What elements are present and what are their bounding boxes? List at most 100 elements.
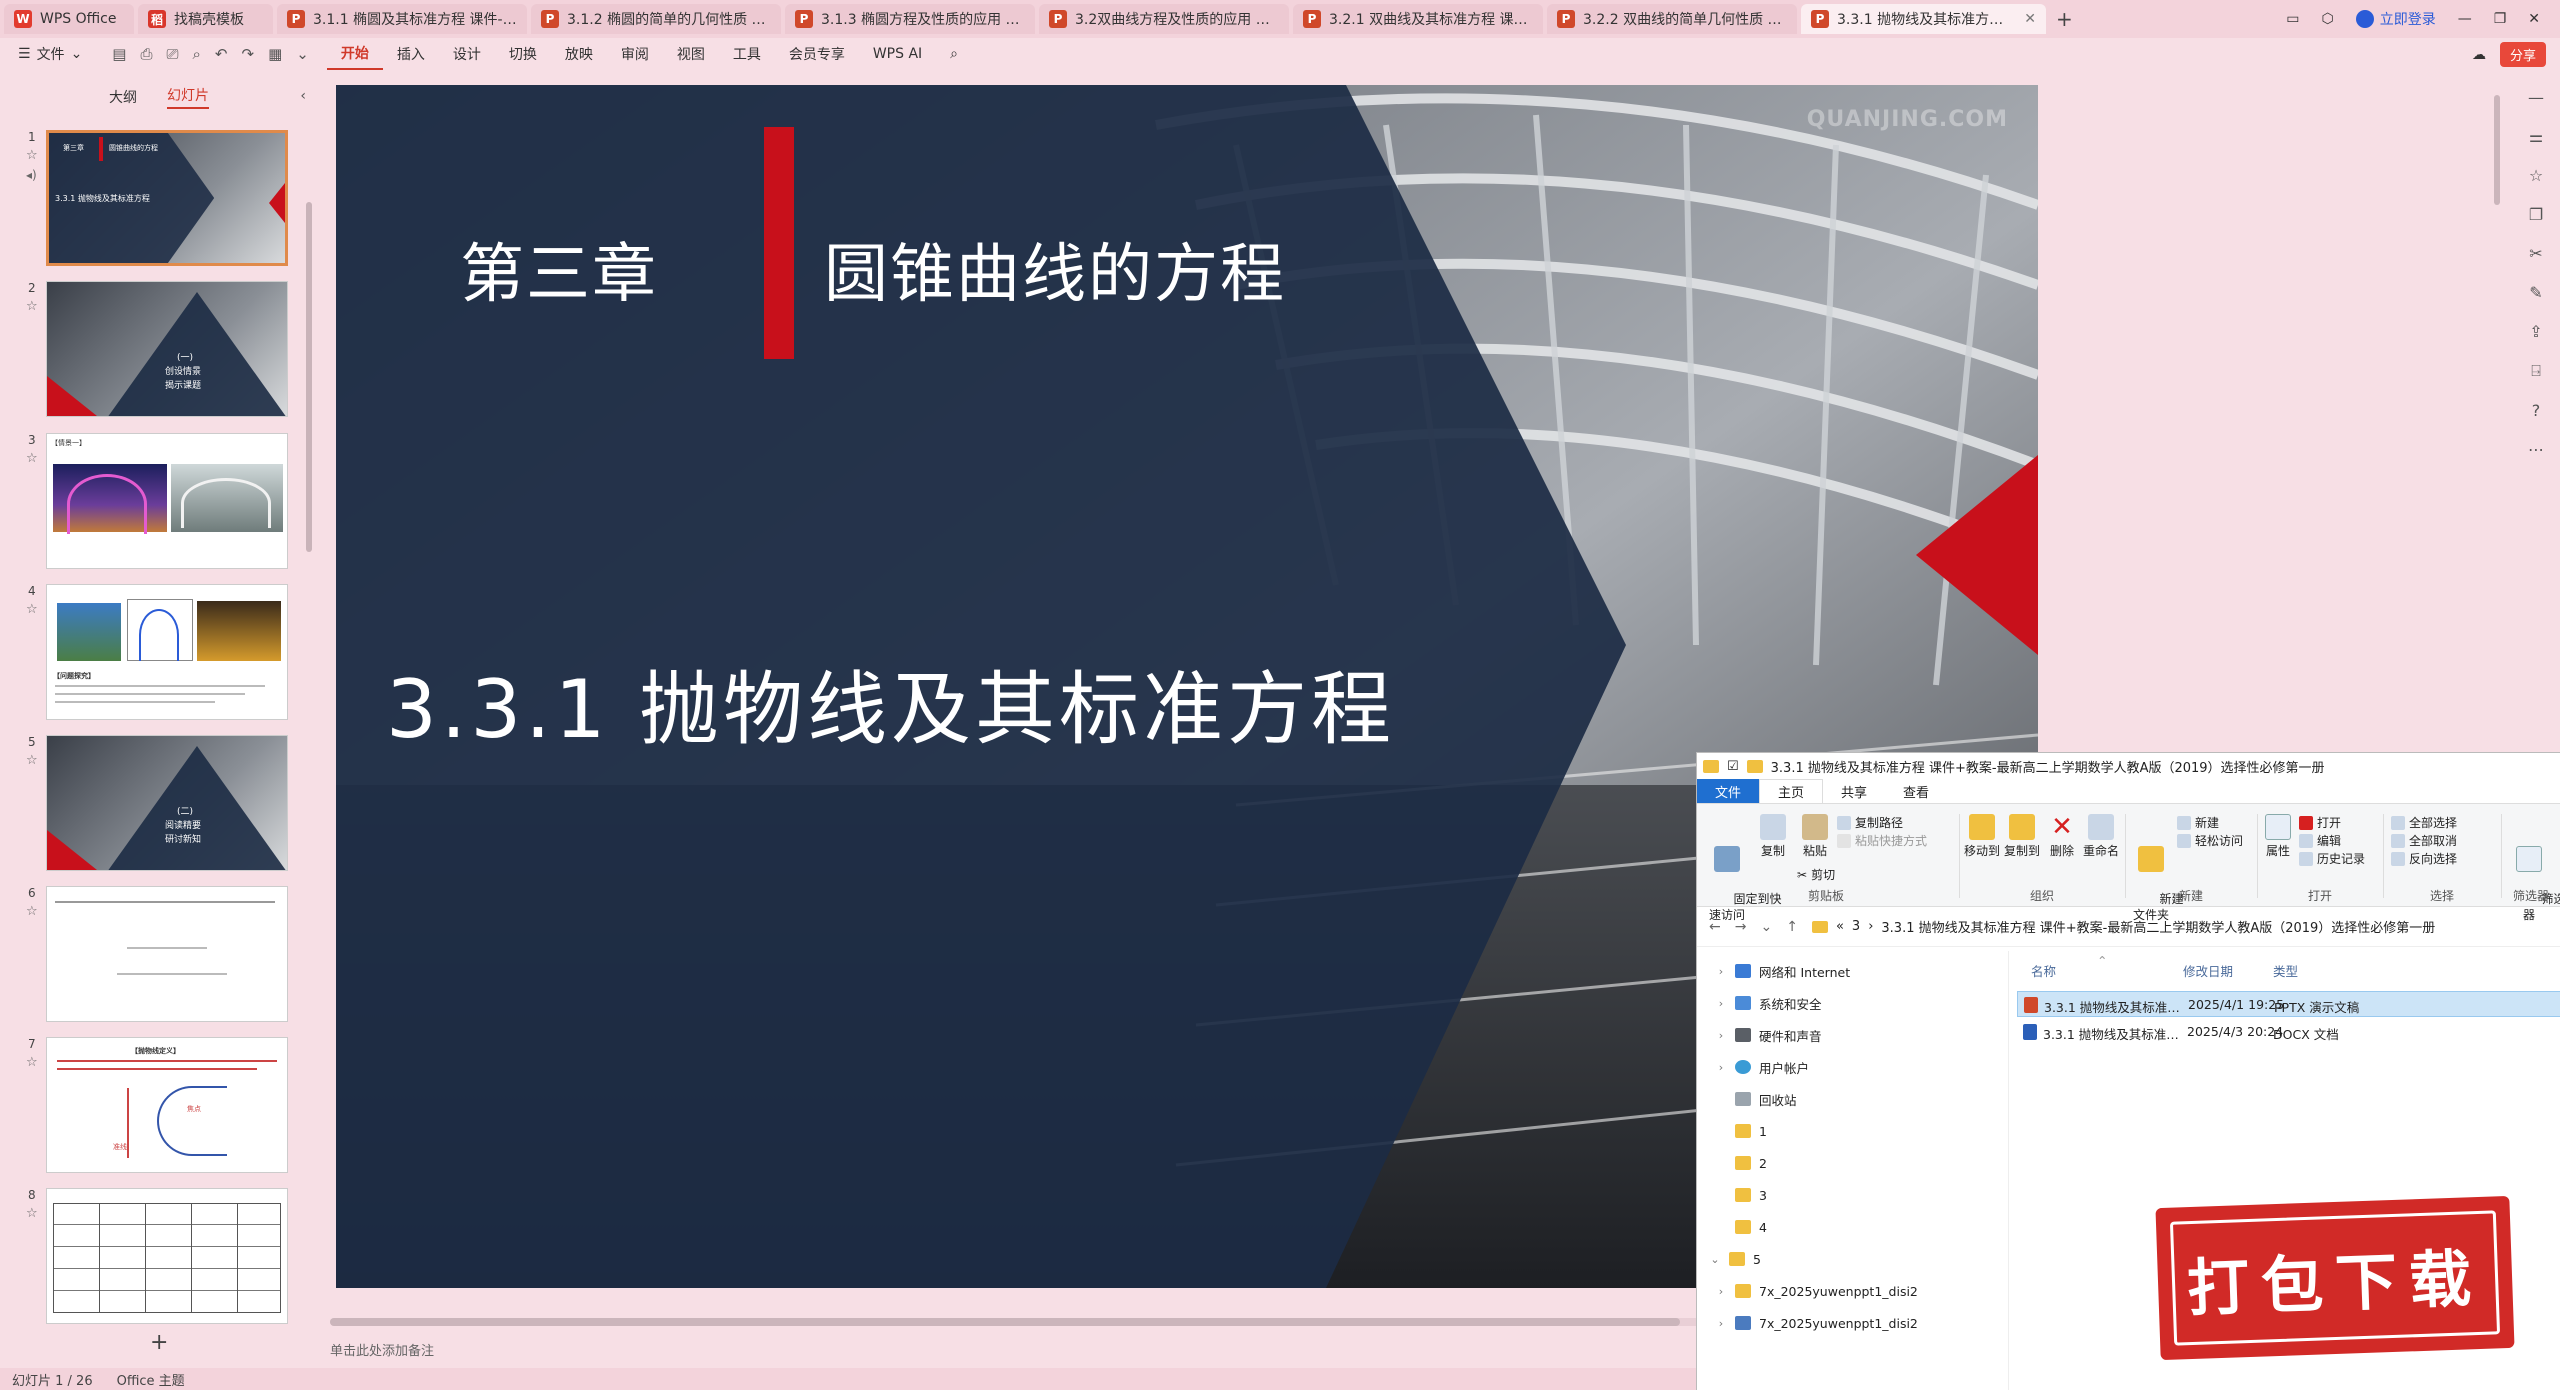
preview-icon[interactable]: ⌕ [193,45,201,63]
tree-item[interactable]: › 硬件和声音 [1715,1019,1822,1051]
tab-slides[interactable]: 幻灯片 [167,85,209,109]
menu-slideshow[interactable]: 放映 [551,38,607,70]
minimize-icon[interactable]: — [2458,11,2472,27]
tree-item[interactable]: 1 [1715,1115,1767,1147]
column-type[interactable]: 类型 [2273,961,2298,980]
copy-path-button[interactable]: 复制路径 [1837,814,1903,831]
window-layout-icon[interactable]: ▭ [2286,11,2299,27]
breadcrumb-overflow-icon[interactable]: « [1836,919,1844,934]
menu-insert[interactable]: 插入 [383,38,439,70]
menu-review[interactable]: 审阅 [607,38,663,70]
redo-icon[interactable]: ↷ [242,45,255,63]
restore-icon[interactable]: ❐ [2494,11,2507,27]
file-menu-button[interactable]: ☰ 文件 ⌄ [0,44,94,64]
minus-icon[interactable]: — [2528,88,2544,107]
menu-design[interactable]: 设计 [439,38,495,70]
share-icon[interactable]: ⇪ [2529,322,2542,341]
tab-document[interactable]: P 3.2.2 双曲线的简单几何性质 课件-最 [1547,4,1797,34]
theme-name[interactable]: Office 主题 [117,1370,185,1389]
breadcrumb-item[interactable]: 3 [1852,919,1860,934]
file-row[interactable]: 3.3.1 抛物线及其标准方程 教案-最新高... 2025/4/3 20:24… [2017,1019,2560,1045]
new-item-button[interactable]: 新建 [2177,814,2219,831]
tab-document[interactable]: P 3.2.1 双曲线及其标准方程 课件-最新 [1293,4,1543,34]
tree-item[interactable]: 回收站 [1715,1083,1797,1115]
help-icon[interactable]: ? [2532,401,2541,420]
add-slide-button[interactable]: + [150,1330,168,1355]
sliders-icon[interactable]: ⚌ [2529,127,2543,146]
lesson-title[interactable]: 3.3.1 抛物线及其标准方程 [386,645,1395,761]
save-icon[interactable]: ▤ [112,45,126,63]
copy-button[interactable]: 复制 [1755,814,1791,859]
column-date[interactable]: 修改日期 [2183,961,2233,980]
tree-item[interactable]: ⌄ 5 [1709,1243,1761,1275]
notes-placeholder[interactable]: 单击此处添加备注 [330,1340,434,1359]
check-icon[interactable]: ☑ [1727,759,1739,774]
menu-tools[interactable]: 工具 [719,38,775,70]
move-to-button[interactable]: 移动到 [1963,814,2001,859]
cloud-sync-icon[interactable]: ☁ [2472,47,2486,63]
file-row[interactable]: 3.3.1 抛物线及其标准方程 课件-最新高... 2025/4/1 19:25… [2017,991,2560,1017]
recent-chevron-icon[interactable]: ⌄ [1760,919,1772,935]
download-package-stamp[interactable]: 打包下载 [2155,1195,2515,1361]
slide-thumbnail-5[interactable]: 5 ☆ (二) 阅读精要 研讨新知 [0,735,318,875]
select-all-button[interactable]: 全部选择 [2391,814,2457,831]
export-icon[interactable]: ⍈ [2531,361,2541,381]
new-folder-button[interactable]: 新建 文件夹 [2129,814,2184,939]
menu-member[interactable]: 会员专享 [775,38,859,70]
star-icon[interactable]: ☆ [26,904,38,919]
rename-button[interactable]: 重命名 [2081,814,2121,859]
tab-document-active[interactable]: P 3.3.1 抛物线及其标准方程 课 ✕ [1801,4,2046,34]
star-icon[interactable]: ☆ [26,148,38,163]
tab-outline[interactable]: 大纲 [109,87,137,107]
tab-file[interactable]: 文件 [1697,779,1760,803]
tab-wps-office[interactable]: W WPS Office [4,4,134,34]
easy-access-button[interactable]: 轻松访问 [2177,832,2243,849]
star-icon[interactable]: ☆ [26,1055,38,1070]
chapter-title[interactable]: 圆锥曲线的方程 [824,223,1286,315]
column-name[interactable]: 名称 [2031,961,2056,980]
tab-document[interactable]: P 3.2双曲线方程及性质的应用 课件-最 [1039,4,1289,34]
star-icon[interactable]: ☆ [26,451,38,466]
new-tab-button[interactable]: + [2056,7,2073,31]
more-icon[interactable]: ⋯ [2528,440,2544,459]
star-icon[interactable]: ☆ [26,299,38,314]
breadcrumb[interactable]: « 3 › 3.3.1 抛物线及其标准方程 课件+教案-最新高二上学期数学人教A… [1811,917,2435,936]
select-none-button[interactable]: 全部取消 [2391,832,2457,849]
menu-home[interactable]: 开始 [326,38,383,70]
properties-button[interactable]: 属性 [2261,814,2295,859]
login-button[interactable]: 立即登录 [2355,9,2436,29]
menu-view[interactable]: 视图 [663,38,719,70]
slide-thumbnail-4[interactable]: 4 ☆ 【问题探究】 [0,584,318,724]
tree-item[interactable]: 2 [1715,1147,1767,1179]
paste-button[interactable]: 粘贴 [1797,814,1833,859]
tab-document[interactable]: P 3.1.1 椭圆及其标准方程 课件-最新高二 [277,4,527,34]
slide-thumbnail-2[interactable]: 2 ☆ (一) 创设情景 揭示课题 [0,281,318,421]
star-icon[interactable]: ☆ [2529,166,2543,185]
pin-quick-access-button[interactable]: 固定到快 速访问 [1703,814,1782,939]
invert-selection-button[interactable]: 反向选择 [2391,850,2457,867]
history-button[interactable]: 历史记录 [2299,850,2365,867]
close-window-icon[interactable]: ✕ [2528,11,2540,27]
copy-to-button[interactable]: 复制到 [2003,814,2041,859]
tab-home[interactable]: 主页 [1759,779,1824,803]
share-button[interactable]: 分享 [2499,42,2546,67]
tools-icon[interactable]: ✂ [2529,244,2542,263]
menu-wps-ai[interactable]: WPS AI [859,38,936,70]
slide-thumbnail-1[interactable]: 1 ☆ ◂) 第三章 圆锥曲线的方程 3.3.1 抛物线及其标准方程 [0,130,318,270]
thumbnail-scrollbar[interactable] [306,202,312,552]
open-button[interactable]: 打开 [2299,814,2341,831]
tab-document[interactable]: P 3.1.3 椭圆方程及性质的应用 课件-最 [785,4,1035,34]
tab-template[interactable]: 稻 找稿壳模板 [138,4,273,34]
more-chevron-icon[interactable]: ⌄ [296,45,309,63]
star-icon[interactable]: ☆ [26,602,38,617]
slide-thumbnail-6[interactable]: 6 ☆ [0,886,318,1026]
tree-item[interactable]: › 7x_2025yuwenppt1_disi2 [1715,1307,1918,1339]
tab-document[interactable]: P 3.1.2 椭圆的简单的几何性质 课件-最 [531,4,781,34]
edit-icon[interactable]: ✎ [2529,283,2542,302]
box-icon[interactable]: ⬡ [2321,11,2333,27]
export-pdf-icon[interactable]: ⎙ [140,45,152,63]
search-icon[interactable]: ⌕ [936,38,972,70]
slide-thumbnail-3[interactable]: 3 ☆ 【情景一】 [0,433,318,573]
tree-item[interactable]: 3 [1715,1179,1767,1211]
filter-button[interactable]: 筛选 器 [2511,814,2560,939]
